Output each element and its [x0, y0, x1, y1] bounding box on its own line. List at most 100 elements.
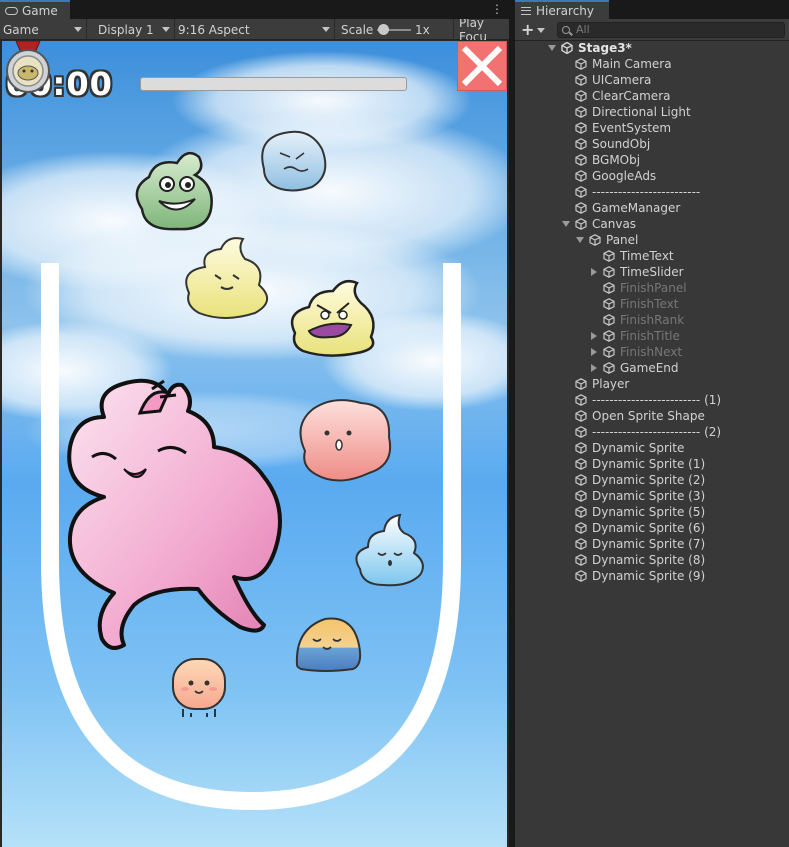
tab-game-label: Game: [22, 3, 58, 18]
hierarchy-item[interactable]: Directional Light: [515, 104, 789, 120]
close-button[interactable]: [457, 41, 507, 91]
hierarchy-search-input[interactable]: All: [557, 22, 785, 38]
hierarchy-item-label: ------------------------- (1): [592, 393, 722, 407]
peach-character-sprite: [172, 658, 226, 717]
play-focus-dropdown[interactable]: Play Focu: [456, 19, 509, 40]
play-focus-label: Play Focu: [459, 19, 488, 40]
cube-icon: [575, 426, 587, 438]
hierarchy-item[interactable]: ClearCamera: [515, 88, 789, 104]
hierarchy-item[interactable]: Dynamic Sprite (9): [515, 568, 789, 584]
tab-hierarchy[interactable]: Hierarchy: [515, 0, 609, 19]
hierarchy-item[interactable]: BGMObj: [515, 152, 789, 168]
cube-icon: [575, 522, 587, 534]
cube-icon: [575, 378, 587, 390]
hierarchy-item[interactable]: Dynamic Sprite (8): [515, 552, 789, 568]
cube-icon: [603, 330, 615, 342]
collapse-arrow-icon[interactable]: [591, 268, 597, 276]
hierarchy-item[interactable]: Dynamic Sprite (3): [515, 488, 789, 504]
hierarchy-item[interactable]: Open Sprite Shape: [515, 408, 789, 424]
pudding-blob-sprite: [295, 617, 362, 672]
hierarchy-item[interactable]: FinishText: [515, 296, 789, 312]
collapse-arrow-icon[interactable]: [591, 348, 597, 356]
game-tabbar: Game ⋮: [0, 0, 509, 19]
cube-icon: [575, 122, 587, 134]
cube-icon: [575, 458, 587, 470]
expand-arrow-icon[interactable]: [548, 45, 556, 51]
hierarchy-item[interactable]: FinishPanel: [515, 280, 789, 296]
hierarchy-item[interactable]: Dynamic Sprite (2): [515, 472, 789, 488]
hierarchy-item-label: TimeSlider: [620, 265, 684, 279]
hierarchy-item-label: BGMObj: [592, 153, 641, 167]
scale-value: 1x: [415, 22, 430, 37]
cube-icon: [575, 554, 587, 566]
chevron-down-icon[interactable]: [537, 28, 545, 33]
tab-game[interactable]: Game: [0, 0, 70, 19]
hierarchy-toolbar: + All: [515, 19, 789, 41]
cube-icon: [575, 538, 587, 550]
cube-icon: [575, 74, 587, 86]
unity-scene-icon: [561, 42, 573, 54]
hierarchy-item-label: GameEnd: [620, 361, 679, 375]
cube-icon: [575, 186, 587, 198]
hierarchy-item-label: ClearCamera: [592, 89, 671, 103]
expand-arrow-icon[interactable]: [576, 237, 584, 243]
hierarchy-item[interactable]: TimeText: [515, 248, 789, 264]
aspect-label: 9:16 Aspect: [178, 22, 250, 37]
game-mode-dropdown[interactable]: Game: [0, 19, 87, 40]
cube-icon: [575, 170, 587, 182]
hierarchy-item[interactable]: GoogleAds: [515, 168, 789, 184]
scale-slider-handle[interactable]: [378, 24, 389, 35]
hierarchy-item[interactable]: TimeSlider: [515, 264, 789, 280]
cube-icon: [575, 570, 587, 582]
hierarchy-item[interactable]: Panel: [515, 232, 789, 248]
hierarchy-item[interactable]: Dynamic Sprite (5): [515, 504, 789, 520]
game-viewport[interactable]: 00:00: [2, 41, 507, 847]
cube-icon: [603, 298, 615, 310]
add-button[interactable]: +: [521, 20, 534, 39]
hierarchy-item-label: Dynamic Sprite (5): [592, 505, 706, 519]
hierarchy-item-label: GameManager: [592, 201, 681, 215]
more-options-icon[interactable]: ⋮: [491, 2, 503, 16]
salmon-blob-sprite: [299, 399, 391, 482]
hierarchy-item[interactable]: Dynamic Sprite (6): [515, 520, 789, 536]
hierarchy-item[interactable]: Main Camera: [515, 56, 789, 72]
hierarchy-item[interactable]: EventSystem: [515, 120, 789, 136]
hierarchy-item-label: TimeText: [620, 249, 674, 263]
gamepad-icon: [5, 6, 18, 15]
clouds: [2, 51, 507, 471]
hierarchy-item[interactable]: GameManager: [515, 200, 789, 216]
list-icon: [521, 6, 531, 15]
game-toolbar: Game Display 1 9:16 Aspect Scale 1x Play…: [0, 19, 509, 40]
aspect-dropdown[interactable]: 9:16 Aspect: [175, 19, 335, 40]
hierarchy-item-label: Open Sprite Shape: [592, 409, 705, 423]
hierarchy-item[interactable]: FinishRank: [515, 312, 789, 328]
unity-editor: Game ⋮ Game Display 1 9:16 Aspect Scale …: [0, 0, 789, 847]
scene-row[interactable]: Stage3*: [515, 40, 789, 56]
hierarchy-item[interactable]: Dynamic Sprite (7): [515, 536, 789, 552]
cube-icon: [575, 474, 587, 486]
search-placeholder: All: [576, 23, 590, 36]
hierarchy-item[interactable]: Dynamic Sprite: [515, 440, 789, 456]
hierarchy-item[interactable]: Player: [515, 376, 789, 392]
hierarchy-item[interactable]: UICamera: [515, 72, 789, 88]
expand-arrow-icon[interactable]: [562, 221, 570, 227]
hierarchy-item[interactable]: GameEnd: [515, 360, 789, 376]
hierarchy-item-label: SoundObj: [592, 137, 651, 151]
cube-icon: [575, 58, 587, 70]
hierarchy-item[interactable]: ------------------------- (1): [515, 392, 789, 408]
cube-icon: [575, 410, 587, 422]
display-dropdown[interactable]: Display 1: [95, 19, 175, 40]
game-mode-label: Game: [3, 22, 39, 37]
hierarchy-item[interactable]: FinishNext: [515, 344, 789, 360]
hierarchy-item[interactable]: -------------------------: [515, 184, 789, 200]
collapse-arrow-icon[interactable]: [591, 364, 597, 372]
hierarchy-item[interactable]: Canvas: [515, 216, 789, 232]
hierarchy-item[interactable]: Dynamic Sprite (1): [515, 456, 789, 472]
hierarchy-tabbar: Hierarchy: [515, 0, 789, 19]
hierarchy-item-label: Directional Light: [592, 105, 691, 119]
hierarchy-item[interactable]: ------------------------- (2): [515, 424, 789, 440]
hierarchy-item[interactable]: FinishTitle: [515, 328, 789, 344]
collapse-arrow-icon[interactable]: [591, 332, 597, 340]
chevron-down-icon: [162, 27, 170, 32]
hierarchy-item[interactable]: SoundObj: [515, 136, 789, 152]
